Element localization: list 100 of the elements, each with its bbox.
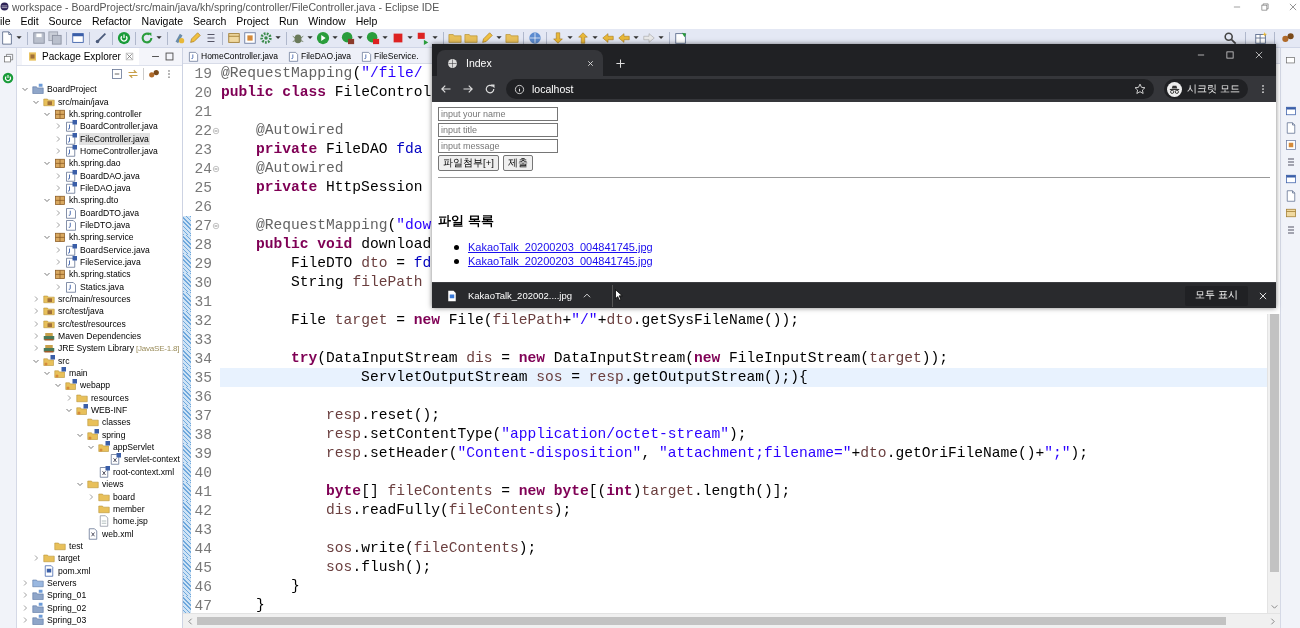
tree-item[interactable]: Spring_02 [46,601,88,614]
tree-item[interactable]: resources [90,391,130,404]
menu-item[interactable]: ile [0,15,16,27]
chevron-right-icon[interactable] [32,344,40,353]
tree-item[interactable]: kh.spring.dto [68,194,120,207]
filter-icon[interactable] [148,68,160,80]
power-icon[interactable] [117,31,131,45]
run-icon[interactable] [316,31,330,45]
view-icon[interactable] [1284,122,1297,134]
chevron-down-icon[interactable] [76,480,84,489]
chevron-right-icon[interactable] [54,258,62,266]
chevron-down-icon[interactable] [65,406,73,415]
chevron-right-icon[interactable] [54,122,62,131]
gear-icon[interactable] [259,31,273,45]
tree-item[interactable]: Servers [46,576,78,589]
tree-item[interactable]: spring [101,428,127,441]
chevron-right-icon[interactable] [32,295,40,303]
tree-item[interactable]: BoardDTO.java [79,206,141,219]
fold-icon[interactable] [212,221,220,230]
tree-item[interactable]: servlet-context [123,453,181,466]
chevron-right-icon[interactable] [32,319,40,328]
menu-item[interactable]: Source [43,15,87,27]
tree-item[interactable]: src/test/java [57,305,105,318]
view-icon[interactable] [1284,139,1297,151]
restore-icon[interactable] [1260,1,1270,12]
view-tab[interactable]: Package Explorer [22,48,139,65]
form-button[interactable]: 제출 [502,155,533,171]
chevron-down-icon[interactable] [43,369,51,378]
download-item[interactable]: KakaoTalk_202002....jpg [446,289,593,302]
menu-item[interactable]: Help [350,15,383,27]
show-all-button[interactable]: 모두 표시 [1185,285,1248,306]
chevron-right-icon[interactable] [65,393,73,402]
view-icon[interactable] [1284,207,1297,219]
console-icon[interactable] [71,31,85,45]
run-tool-icon[interactable] [366,31,380,45]
tree-item[interactable]: web.xml [101,527,135,540]
editor-tab[interactable]: FileService. [361,49,419,63]
save-all-icon[interactable] [48,31,62,45]
chevron-down-icon[interactable] [43,196,51,205]
menu-item[interactable]: Edit [15,15,44,27]
reload-icon[interactable] [484,83,496,95]
profile-button[interactable]: 시크릿 모드 [1164,79,1248,99]
menu-item[interactable]: Search [188,15,232,27]
restore-icon[interactable] [1285,54,1296,65]
file-link[interactable]: KakaoTalk_20200203_004841745.jpg [468,241,653,253]
browser-tab[interactable]: Index [437,50,603,76]
save-icon[interactable] [32,31,46,45]
flag-icon[interactable] [416,31,430,45]
chevron-right-icon[interactable] [54,245,62,254]
stop-icon[interactable] [391,31,405,45]
chevron-right-icon[interactable] [54,146,62,155]
search-icon[interactable] [1223,31,1237,45]
menu-item[interactable]: Refactor [86,15,137,27]
link-icon[interactable] [127,68,139,80]
chevron-right-icon[interactable] [21,591,29,600]
tree-item[interactable]: JRE System Library [57,342,135,355]
power-icon[interactable] [2,72,14,84]
scrollbar-thumb[interactable] [1269,314,1279,572]
chevron-down-icon[interactable] [54,381,62,390]
chevron-right-icon[interactable] [54,220,62,229]
restore-icon[interactable] [2,53,14,64]
tree-item[interactable]: WEB-INF [90,404,129,417]
beans-icon[interactable] [1281,31,1295,45]
arrow-down-icon[interactable] [551,31,565,45]
view-icon[interactable] [1284,105,1297,117]
chevron-right-icon[interactable] [21,615,29,624]
chevron-right-icon[interactable] [21,578,29,587]
input-field[interactable]: input your name [438,107,558,121]
view-icon[interactable] [1284,173,1297,185]
fold-icon[interactable] [212,126,220,135]
tree-item[interactable]: test [68,539,84,552]
tree-item[interactable]: board [112,490,136,503]
scroll-down-icon[interactable] [1269,602,1279,611]
perspective-icon[interactable] [1254,31,1268,45]
globe-icon[interactable] [528,31,542,45]
chevron-right-icon[interactable] [32,332,40,341]
arrow-left-icon[interactable] [617,31,631,45]
tree-item[interactable]: classes [101,416,132,429]
pin-icon[interactable] [674,31,688,45]
tree-item[interactable]: member [112,502,146,515]
collapse-all-icon[interactable] [111,68,123,80]
tree-item[interactable]: BoardProject [46,83,98,96]
arrow-left-icon[interactable] [601,31,615,45]
run-tool-icon[interactable] [341,31,355,45]
tree-item[interactable]: BoardDAO.java [79,169,141,182]
chevron-down-icon[interactable] [43,159,51,168]
document-icon[interactable] [0,31,14,45]
tree-item[interactable]: root-context.xml [112,465,176,478]
view-icon[interactable] [1284,190,1297,202]
menu-item[interactable]: Run [274,15,304,27]
editor-tab[interactable]: HomeController.java [188,49,286,63]
tree-item[interactable]: kh.spring.service [68,231,135,244]
chevron-right-icon[interactable] [54,171,62,180]
tree-item[interactable]: kh.spring.statics [68,268,132,281]
chevron-right-icon[interactable] [54,282,62,291]
tree-item[interactable]: Spring_03 [46,613,88,626]
close-icon[interactable] [586,58,595,68]
back-icon[interactable] [440,83,452,95]
editor-tab[interactable]: FileDAO.java [288,49,360,63]
tree-item[interactable]: views [101,478,125,491]
